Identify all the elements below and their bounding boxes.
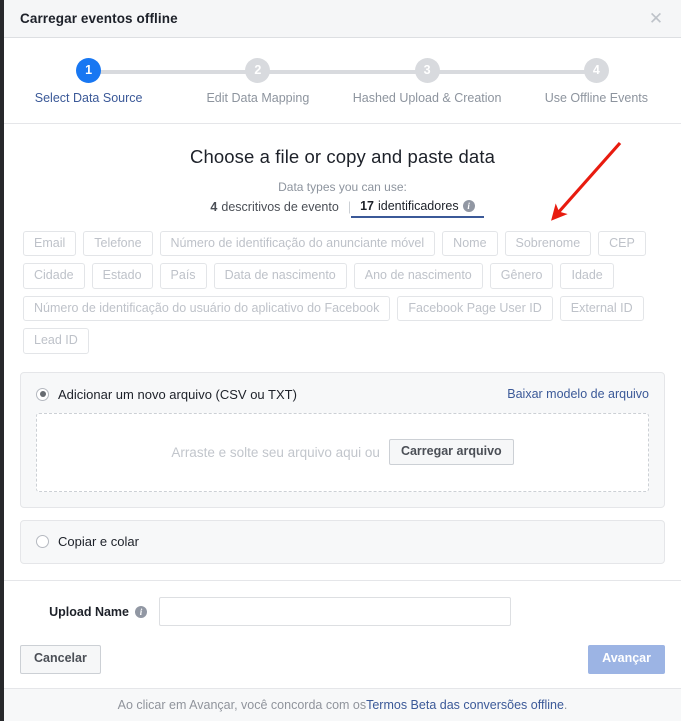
step-number-badge: 4 [583, 58, 609, 83]
identifiers-count: 17 [360, 199, 374, 213]
step-number-badge: 3 [414, 58, 440, 83]
info-icon[interactable]: i [135, 605, 147, 618]
radio-new-file[interactable] [36, 387, 49, 401]
step-label: Use Offline Events [544, 91, 649, 105]
footer-button-row: Cancelar Avançar [20, 645, 665, 688]
tab-event-descriptors[interactable]: 4 descritivos de evento [201, 200, 347, 217]
pill-facebook-page-user-id: Facebook Page User ID [397, 295, 553, 322]
new-file-label: Adicionar um novo arquivo (CSV ou TXT) [58, 386, 297, 402]
cancel-button[interactable]: Cancelar [20, 645, 101, 674]
dropzone-hint-text: Arraste e solte seu arquivo aqui ou [171, 444, 380, 460]
upload-offline-events-dialog: Carregar eventos offline ✕ 1 Select Data… [4, 0, 681, 721]
dialog-header: Carregar eventos offline ✕ [4, 0, 681, 38]
identifiers-label: identificadores [377, 199, 459, 213]
beta-terms-link[interactable]: Termos Beta das conversões offline [366, 698, 564, 712]
pill-idade: Idade [560, 263, 614, 289]
radio-copy-paste[interactable] [36, 534, 49, 548]
info-icon[interactable]: i [462, 200, 475, 212]
terms-notice-bar: Ao clicar em Avançar, você concorda com … [4, 688, 681, 721]
upload-file-button[interactable]: Carregar arquivo [388, 438, 514, 466]
terms-suffix-text: . [563, 698, 568, 712]
step-connector-right [427, 70, 512, 74]
terms-prefix-text: Ao clicar em Avançar, você concorda com … [117, 698, 367, 712]
data-type-pill-list: Email Telefone Número de identificação d… [20, 231, 665, 354]
dialog-footer: Upload Name i Cancelar Avançar [4, 580, 681, 688]
event-descriptors-count: 4 [210, 200, 218, 214]
step-connector-right [88, 70, 174, 74]
step-3-hashed-upload-creation[interactable]: 3 Hashed Upload & Creation [342, 58, 512, 105]
dialog-body: Choose a file or copy and paste data Dat… [4, 124, 681, 580]
pill-cep: CEP [598, 231, 646, 257]
copy-paste-label: Copiar e colar [58, 533, 139, 549]
data-type-tabs: 4 descritivos de evento | 17 identificad… [20, 199, 665, 218]
pill-telefone: Telefone [83, 231, 153, 257]
upload-name-label: Upload Name i [20, 605, 159, 619]
tab-identifiers[interactable]: 17 identificadores i [351, 199, 484, 218]
new-file-header: Adicionar um novo arquivo (CSV ou TXT) B… [36, 387, 649, 402]
close-icon[interactable]: ✕ [645, 8, 667, 30]
file-dropzone[interactable]: Arraste e solte seu arquivo aqui ou Carr… [36, 412, 649, 492]
step-label: Select Data Source [34, 91, 143, 105]
pill-genero: Gênero [489, 263, 554, 289]
page-title: Choose a file or copy and paste data [190, 146, 495, 167]
source-option-new-file[interactable]: Adicionar um novo arquivo (CSV ou TXT) B… [20, 371, 665, 508]
dialog-title: Carregar eventos offline [20, 11, 178, 26]
step-label: Edit Data Mapping [206, 91, 310, 105]
upload-name-input[interactable] [159, 597, 511, 627]
copy-paste-header: Copiar e colar [36, 534, 649, 549]
step-connector-right [257, 70, 343, 74]
data-types-subtitle: Data types you can use: [278, 180, 407, 194]
pill-estado: Estado [91, 263, 153, 289]
next-button[interactable]: Avançar [588, 645, 665, 674]
pill-ano-de-nascimento: Ano de nascimento [353, 263, 483, 289]
pill-mobile-advertiser-id: Número de identificação do anunciante mó… [159, 231, 436, 257]
pill-pais: País [159, 263, 207, 289]
upload-name-row: Upload Name i [20, 597, 665, 627]
progress-stepper: 1 Select Data Source 2 Edit Data Mapping… [4, 38, 681, 124]
step-2-edit-data-mapping[interactable]: 2 Edit Data Mapping [173, 58, 343, 105]
screenshot-root: Carregar eventos offline ✕ 1 Select Data… [0, 0, 681, 721]
pill-nome: Nome [442, 231, 498, 257]
pill-lead-id: Lead ID [23, 328, 89, 354]
step-label: Hashed Upload & Creation [352, 91, 502, 105]
download-template-link[interactable]: Baixar modelo de arquivo [507, 387, 649, 401]
pill-facebook-app-user-id: Número de identificação do usuário do ap… [23, 295, 391, 322]
pill-sobrenome: Sobrenome [504, 231, 592, 257]
step-number-badge: 2 [245, 58, 271, 83]
pill-email: Email [23, 231, 77, 257]
upload-name-label-text: Upload Name [49, 604, 129, 619]
pill-data-de-nascimento: Data de nascimento [213, 263, 347, 289]
pill-cidade: Cidade [23, 263, 85, 289]
source-option-copy-paste[interactable]: Copiar e colar [20, 519, 665, 564]
step-1-select-data-source[interactable]: 1 Select Data Source [4, 58, 174, 105]
event-descriptors-label: descritivos de evento [221, 200, 339, 214]
pill-external-id: External ID [559, 295, 644, 322]
step-4-use-offline-events[interactable]: 4 Use Offline Events [511, 58, 681, 105]
step-number-badge: 1 [76, 58, 102, 83]
